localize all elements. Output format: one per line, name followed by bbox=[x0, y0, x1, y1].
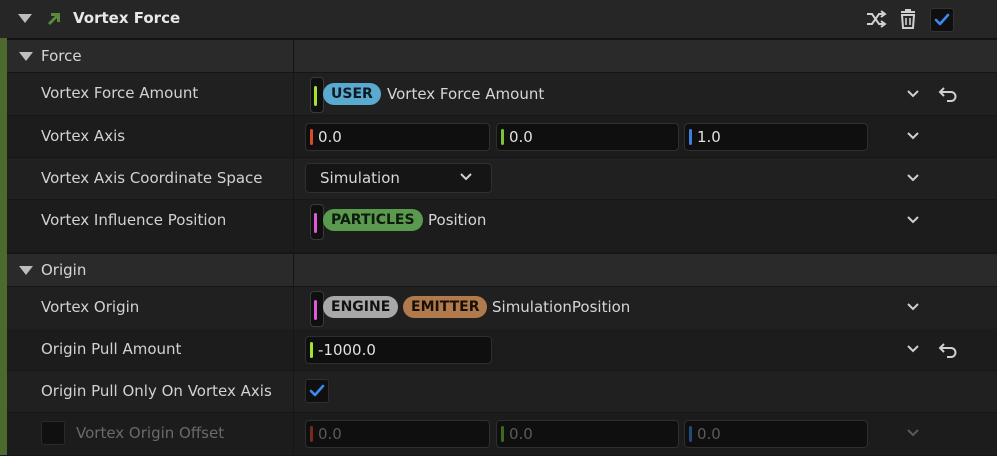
y-axis-indicator bbox=[501, 426, 504, 442]
column-divider bbox=[293, 158, 294, 199]
chevron-down-icon[interactable] bbox=[905, 86, 921, 102]
column-divider bbox=[293, 254, 294, 286]
dropdown-value: Simulation bbox=[320, 169, 400, 187]
parameter-name[interactable]: Position bbox=[428, 211, 486, 229]
field-value: 0.0 bbox=[509, 425, 533, 443]
x-axis-indicator bbox=[310, 426, 313, 442]
category-force[interactable]: Force bbox=[7, 39, 997, 73]
parameter-link-handle[interactable] bbox=[310, 291, 324, 327]
chevron-down-icon[interactable] bbox=[905, 212, 921, 228]
vortex-origin-offset-enable-checkbox[interactable] bbox=[41, 421, 65, 445]
origin-pull-only-checkbox[interactable] bbox=[305, 379, 329, 403]
vortex-origin-offset-y-field: 0.0 bbox=[496, 420, 679, 448]
reset-to-default-icon[interactable] bbox=[938, 85, 958, 103]
chevron-down-icon bbox=[907, 429, 919, 437]
vortex-axis-z-field[interactable]: 1.0 bbox=[684, 123, 868, 151]
module-title: Vortex Force bbox=[73, 9, 181, 27]
row-vortex-axis: Vortex Axis 0.0 0.0 1.0 bbox=[7, 116, 997, 158]
row-origin-pull-only-on-axis: Origin Pull Only On Vortex Axis bbox=[7, 371, 997, 413]
link-color-indicator bbox=[314, 213, 317, 233]
coordinate-space-dropdown[interactable]: Simulation bbox=[305, 163, 492, 193]
property-label: Vortex Force Amount bbox=[41, 84, 199, 102]
column-divider bbox=[293, 329, 294, 370]
property-label: Vortex Origin bbox=[41, 298, 140, 316]
parameter-link-handle[interactable] bbox=[310, 204, 324, 240]
field-value: 0.0 bbox=[318, 128, 342, 146]
chevron-down-icon[interactable] bbox=[905, 341, 921, 357]
property-label: Vortex Influence Position bbox=[41, 211, 227, 229]
column-divider bbox=[293, 116, 294, 157]
category-label: Force bbox=[41, 47, 82, 65]
z-axis-indicator bbox=[689, 426, 692, 442]
z-axis-indicator bbox=[689, 129, 692, 145]
field-value: 0.0 bbox=[697, 425, 721, 443]
origin-pull-amount-field[interactable]: -1000.0 bbox=[305, 336, 492, 364]
chevron-down-icon[interactable] bbox=[905, 128, 921, 144]
namespace-badge-particles[interactable]: PARTICLES bbox=[323, 209, 423, 231]
module-enabled-checkbox[interactable] bbox=[930, 8, 954, 32]
property-label: Vortex Origin Offset bbox=[76, 424, 225, 442]
row-vortex-origin: Vortex Origin ENGINE EMITTER SimulationP… bbox=[7, 287, 997, 330]
parameter-name[interactable]: SimulationPosition bbox=[492, 298, 630, 316]
namespace-badge-engine[interactable]: ENGINE bbox=[323, 296, 399, 318]
column-divider bbox=[293, 287, 294, 329]
trash-icon[interactable] bbox=[896, 7, 920, 31]
row-vortex-origin-offset: Vortex Origin Offset 0.0 0.0 0.0 bbox=[7, 413, 997, 456]
float-type-indicator bbox=[310, 342, 313, 358]
x-axis-indicator bbox=[310, 129, 313, 145]
field-value: 0.0 bbox=[509, 128, 533, 146]
column-divider bbox=[293, 73, 294, 115]
chevron-down-icon[interactable] bbox=[905, 170, 921, 186]
chevron-down-icon[interactable] bbox=[905, 299, 921, 315]
field-value: 0.0 bbox=[318, 425, 342, 443]
vortex-axis-x-field[interactable]: 0.0 bbox=[305, 123, 490, 151]
namespace-badge-emitter[interactable]: EMITTER bbox=[403, 296, 488, 318]
vortex-origin-offset-x-field: 0.0 bbox=[305, 420, 490, 448]
link-color-indicator bbox=[314, 86, 317, 106]
row-vortex-influence-position: Vortex Influence Position PARTICLES Posi… bbox=[7, 200, 997, 253]
parameter-link-handle[interactable] bbox=[310, 77, 324, 113]
parameter-name[interactable]: Vortex Force Amount bbox=[387, 85, 544, 103]
column-divider bbox=[293, 200, 294, 252]
property-label: Origin Pull Amount bbox=[41, 340, 182, 358]
property-label: Vortex Axis Coordinate Space bbox=[41, 169, 263, 187]
row-vortex-force-amount: Vortex Force Amount USER Vortex Force Am… bbox=[7, 73, 997, 116]
field-value: 1.0 bbox=[697, 128, 721, 146]
row-vortex-axis-coordinate-space: Vortex Axis Coordinate Space Simulation bbox=[7, 158, 997, 200]
module-color-strip bbox=[0, 38, 7, 455]
collapse-triangle-icon[interactable] bbox=[18, 14, 32, 23]
property-label: Vortex Axis bbox=[41, 127, 126, 145]
checkmark-icon bbox=[934, 13, 950, 26]
chevron-down-icon bbox=[460, 173, 472, 181]
module-panel: Vortex Force Force Vortex Force Amount U… bbox=[0, 0, 997, 456]
column-divider bbox=[293, 371, 294, 412]
y-axis-indicator bbox=[501, 129, 504, 145]
property-label: Origin Pull Only On Vortex Axis bbox=[41, 382, 272, 400]
vortex-origin-offset-z-field: 0.0 bbox=[684, 420, 868, 448]
module-arrow-icon bbox=[48, 13, 60, 25]
category-origin[interactable]: Origin bbox=[7, 253, 997, 287]
link-color-indicator bbox=[314, 300, 317, 320]
checkmark-icon bbox=[309, 384, 325, 397]
shuffle-icon[interactable] bbox=[864, 7, 888, 31]
namespace-badge-user[interactable]: USER bbox=[323, 83, 381, 105]
category-label: Origin bbox=[41, 261, 87, 279]
reset-to-default-icon[interactable] bbox=[938, 341, 958, 359]
vortex-axis-y-field[interactable]: 0.0 bbox=[496, 123, 679, 151]
column-divider bbox=[293, 413, 294, 455]
row-origin-pull-amount: Origin Pull Amount -1000.0 bbox=[7, 329, 997, 371]
module-header[interactable]: Vortex Force bbox=[0, 0, 997, 39]
collapse-triangle-icon[interactable] bbox=[19, 266, 33, 275]
column-divider bbox=[293, 40, 294, 72]
collapse-triangle-icon[interactable] bbox=[19, 52, 33, 61]
field-value: -1000.0 bbox=[318, 341, 376, 359]
